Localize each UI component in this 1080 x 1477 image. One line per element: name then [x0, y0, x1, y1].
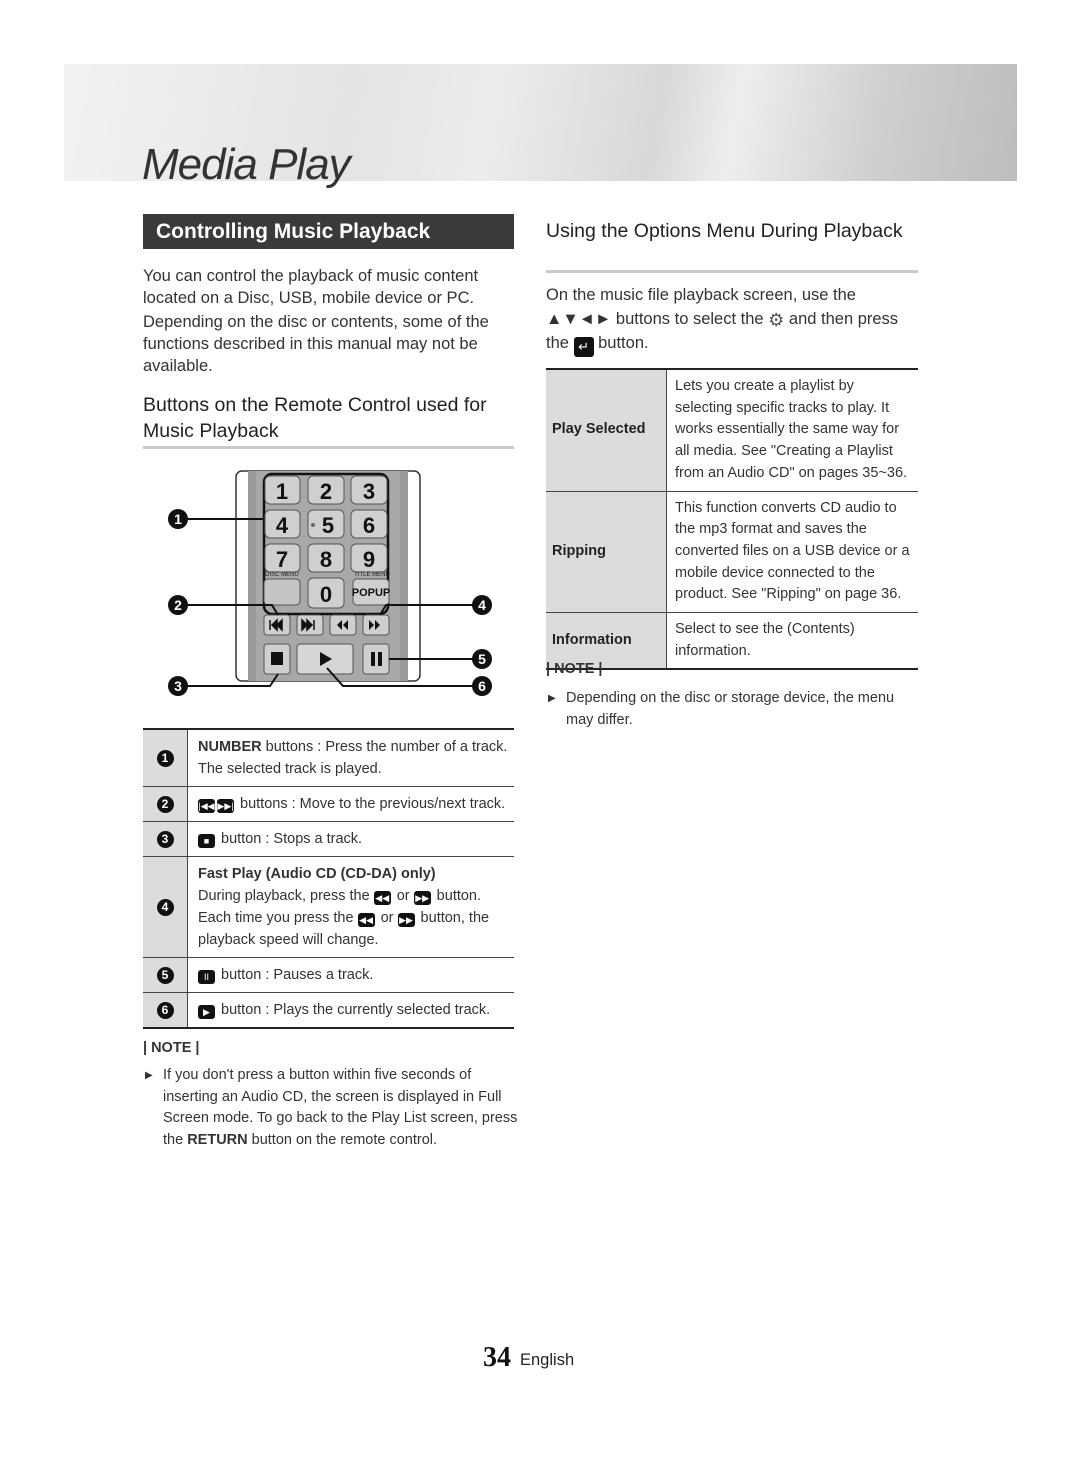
- table-row: 3 ■ button : Stops a track.: [143, 821, 514, 857]
- pause-icon: II: [198, 970, 215, 984]
- number-badge: 6: [156, 1002, 174, 1019]
- key-8: 8: [320, 547, 332, 572]
- table-row: Play Selected Lets you create a playlist…: [546, 367, 918, 492]
- svg-text:6: 6: [478, 678, 486, 694]
- key-9: 9: [363, 547, 375, 572]
- table-row: 1 NUMBER buttons : Press the number of a…: [143, 728, 514, 787]
- note-item-left: ▶ If you don't press a button within five…: [145, 1067, 518, 1149]
- option-label: Ripping: [546, 491, 667, 614]
- number-badge: 4: [156, 899, 174, 916]
- enter-button-icon: ↵: [573, 337, 594, 357]
- svg-text:4: 4: [478, 597, 486, 613]
- next-track-icon: ▶▶|: [217, 799, 234, 813]
- table-row: 4 Fast Play (Audio CD (CD-DA) only) Duri…: [143, 856, 514, 958]
- number-badge: 1: [156, 750, 174, 767]
- chapter-title: Media Play: [142, 140, 351, 189]
- fast-play-heading: Fast Play (Audio CD (CD-DA) only): [198, 866, 436, 882]
- option-label: Play Selected: [546, 367, 667, 492]
- option-description: Lets you create a playlist by selecting …: [666, 367, 918, 492]
- fast-forward-icon: ▶▶: [413, 891, 431, 905]
- option-description: Select to see the (Contents) information…: [666, 612, 918, 671]
- disc-menu-key: [263, 578, 301, 606]
- section-title-bar: Controlling Music Playback: [143, 214, 514, 249]
- number-badge: 5: [156, 967, 174, 984]
- rewind-icon: ◀◀: [357, 913, 375, 927]
- key-4: 4: [276, 513, 289, 538]
- svg-text:1: 1: [174, 511, 182, 527]
- options-gear-icon: ⚙: [768, 310, 785, 330]
- key-3: 3: [363, 479, 375, 504]
- rewind-icon: ◀◀: [373, 891, 391, 905]
- table-row: 6 ▶ button : Plays the currently selecte…: [143, 992, 514, 1029]
- key-5: 5: [322, 513, 334, 538]
- bullet-triangle-icon: ▶: [145, 1070, 153, 1081]
- svg-text:2: 2: [174, 597, 182, 613]
- intro-paragraph-1: You can control the playback of music co…: [143, 267, 479, 307]
- options-menu-heading: Using the Options Menu During Playback: [546, 220, 903, 242]
- remote-buttons-table: 1 NUMBER buttons : Press the number of a…: [143, 728, 514, 1029]
- stop-key-icon: [271, 652, 283, 665]
- stop-icon: ■: [198, 834, 215, 848]
- page-number: 34: [483, 1342, 511, 1373]
- note-item-right: ▶ Depending on the disc or storage device…: [548, 690, 895, 728]
- key-2: 2: [320, 479, 332, 504]
- bullet-triangle-icon: ▶: [548, 693, 556, 704]
- number-keypad: 1 2 3 4 5 6 7 8 9 0 DISC MENU TITLE MENU…: [262, 472, 391, 616]
- prev-track-icon: |◀◀: [198, 799, 215, 813]
- heading-rule: [143, 446, 514, 449]
- svg-text:5: 5: [478, 651, 486, 667]
- key-6: 6: [363, 513, 375, 538]
- number-badge: 3: [156, 831, 174, 848]
- pause-key-icon: [371, 652, 375, 666]
- remote-buttons-heading: Buttons on the Remote Control used for M…: [143, 394, 487, 442]
- option-description: This function converts CD audio to the m…: [666, 491, 918, 614]
- options-table: Play Selected Lets you create a playlist…: [546, 367, 918, 671]
- table-row: Ripping This function converts CD audio …: [546, 491, 918, 614]
- play-icon: ▶: [198, 1005, 215, 1019]
- fast-forward-icon: ▶▶: [397, 913, 415, 927]
- number-label: NUMBER: [198, 739, 262, 755]
- remote-control-illustration: 1 2 3 4 5 6 7 8 9 0 DISC MENU TITLE MENU…: [168, 470, 492, 696]
- key-1: 1: [276, 479, 288, 504]
- title-menu-label: TITLE MENU: [354, 572, 390, 578]
- note-label-right: | NOTE |: [546, 661, 603, 677]
- intro-paragraph-2: Depending on the disc or contents, some …: [143, 313, 489, 375]
- number-badge: 2: [156, 796, 174, 813]
- options-intro: On the music file playback screen, use t…: [546, 283, 921, 357]
- table-row: 5 II button : Pauses a track.: [143, 957, 514, 993]
- key-0: 0: [320, 582, 332, 607]
- page-language: English: [520, 1351, 575, 1369]
- disc-menu-label: DISC MENU: [265, 572, 299, 578]
- svg-text:3: 3: [174, 678, 182, 694]
- note-label-left: | NOTE |: [143, 1040, 200, 1056]
- heading-rule: [546, 270, 918, 273]
- svg-text:POPUP: POPUP: [352, 587, 391, 599]
- table-row: 2 |◀◀ ▶▶| buttons : Move to the previous/…: [143, 786, 514, 822]
- key-7: 7: [276, 547, 288, 572]
